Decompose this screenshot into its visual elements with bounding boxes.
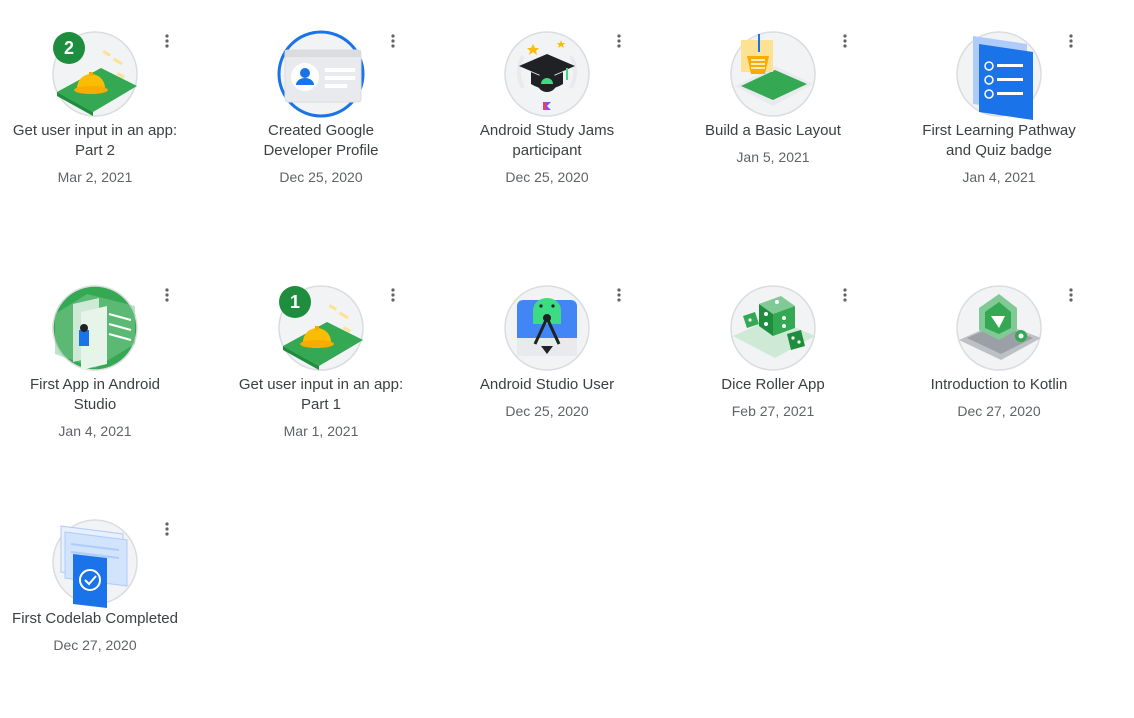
more-options-icon[interactable] — [156, 284, 178, 306]
more-options-icon[interactable] — [156, 30, 178, 52]
badge-date: Dec 27, 2020 — [53, 637, 137, 653]
badge-date: Mar 2, 2021 — [57, 169, 133, 185]
user-input-part2-badge-icon: 2 — [51, 30, 139, 118]
more-options-icon[interactable] — [834, 30, 856, 52]
badge-card[interactable]: Build a Basic Layout Jan 5, 2021 — [678, 10, 868, 230]
badge-date: Dec 27, 2020 — [957, 403, 1041, 419]
more-options-icon[interactable] — [834, 284, 856, 306]
badge-date: Feb 27, 2021 — [731, 403, 815, 419]
badge-card[interactable]: Android Studio User Dec 25, 2020 — [452, 264, 642, 484]
more-options-icon[interactable] — [382, 30, 404, 52]
badge-name[interactable]: Get user input in an app: Part 2 — [10, 121, 180, 161]
badge-card[interactable]: Introduction to Kotlin Dec 27, 2020 — [904, 264, 1094, 484]
badge-card[interactable]: 2 Get user input in an app: Part 2 Mar 2, … — [0, 10, 190, 230]
kotlin-intro-badge-icon — [955, 284, 1043, 372]
badge-name[interactable]: First App in Android Studio — [10, 375, 180, 415]
badge-card[interactable]: Android Study Jams participant Dec 25, 20… — [452, 10, 642, 230]
basic-layout-badge-icon — [729, 30, 817, 118]
svg-text:1: 1 — [290, 292, 300, 312]
badge-date: Jan 5, 2021 — [736, 149, 810, 165]
badge-name[interactable]: Created Google Developer Profile — [236, 121, 406, 161]
badge-card[interactable]: 1 Get user input in an app: Part 1 Mar 1, … — [226, 264, 416, 484]
badge-name[interactable]: Build a Basic Layout — [688, 121, 858, 141]
badge-date: Dec 25, 2020 — [505, 403, 589, 419]
badge-name[interactable]: Dice Roller App — [688, 375, 858, 395]
badge-grid: 2 Get user input in an app: Part 2 Mar 2, … — [0, 0, 1134, 705]
badge-name[interactable]: First Learning Pathway and Quiz badge — [914, 121, 1084, 161]
first-app-android-studio-badge-icon — [51, 284, 139, 372]
badge-name[interactable]: Introduction to Kotlin — [914, 375, 1084, 395]
badge-name[interactable]: Android Study Jams participant — [462, 121, 632, 161]
badge-card[interactable]: First App in Android Studio Jan 4, 2021 — [0, 264, 190, 484]
more-options-icon[interactable] — [382, 284, 404, 306]
badge-name[interactable]: First Codelab Completed — [10, 609, 180, 629]
badge-card[interactable]: Dice Roller App Feb 27, 2021 — [678, 264, 868, 484]
more-options-icon[interactable] — [608, 284, 630, 306]
badge-card[interactable]: First Codelab Completed Dec 27, 2020 — [0, 498, 190, 718]
developer-profile-badge-icon — [277, 30, 365, 118]
badge-name[interactable]: Android Studio User — [462, 375, 632, 395]
more-options-icon[interactable] — [1060, 30, 1082, 52]
more-options-icon[interactable] — [156, 518, 178, 540]
learning-pathway-quiz-badge-icon — [955, 30, 1043, 120]
badge-date: Jan 4, 2021 — [58, 423, 132, 439]
study-jams-graduation-cap-icon — [503, 30, 591, 118]
badge-card[interactable]: Created Google Developer Profile Dec 25, … — [226, 10, 416, 230]
badge-name[interactable]: Get user input in an app: Part 1 — [236, 375, 406, 415]
more-options-icon[interactable] — [1060, 284, 1082, 306]
android-studio-user-badge-icon — [503, 284, 591, 372]
badge-date: Dec 25, 2020 — [279, 169, 363, 185]
more-options-icon[interactable] — [608, 30, 630, 52]
svg-text:2: 2 — [64, 38, 74, 58]
badge-date: Jan 4, 2021 — [962, 169, 1036, 185]
badge-card[interactable]: First Learning Pathway and Quiz badge Jan… — [904, 10, 1094, 230]
badge-date: Dec 25, 2020 — [505, 169, 589, 185]
user-input-part1-badge-icon: 1 — [277, 284, 365, 372]
dice-roller-badge-icon — [729, 284, 817, 372]
badge-date: Mar 1, 2021 — [283, 423, 359, 439]
first-codelab-badge-icon — [51, 518, 139, 608]
